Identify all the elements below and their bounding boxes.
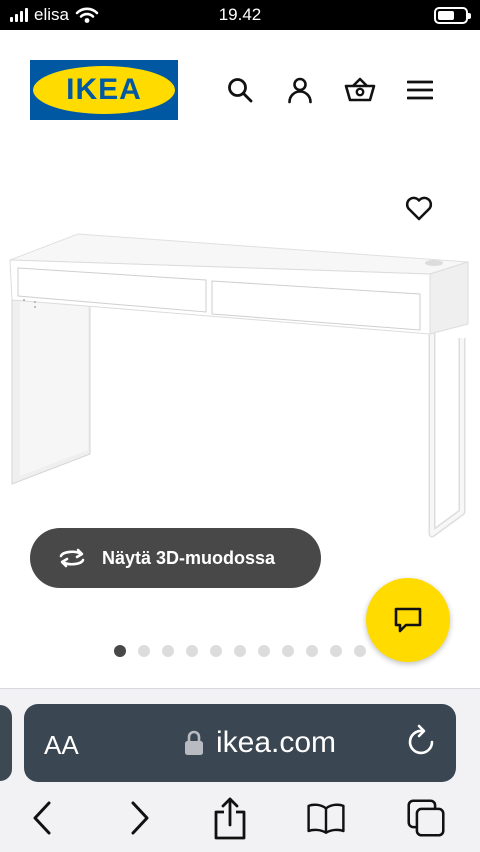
back-icon [33,801,51,835]
search-icon [228,78,253,103]
text-size-button[interactable]: AA [44,730,79,761]
logo-oval: IKEA [33,66,175,114]
clock: 19.42 [218,5,262,24]
menu-icon [407,80,433,100]
view-3d-button[interactable]: Näytä 3D-muodossa [30,528,321,588]
bookmarks-button[interactable] [306,797,346,839]
carousel-dot[interactable] [306,645,318,657]
share-button[interactable] [210,797,250,840]
reload-button[interactable] [406,724,438,763]
tabs-icon [407,799,445,837]
previous-tab-peek[interactable] [0,705,12,781]
heart-icon [405,196,433,221]
status-bar: elisa 19.42 [0,0,480,30]
account-button[interactable] [282,72,318,108]
back-button[interactable] [22,797,62,839]
battery-level [438,11,454,20]
address-display[interactable]: ikea.com [184,726,336,760]
bookmarks-icon [307,803,345,835]
rotate-3d-icon [59,548,85,568]
carousel-dot[interactable] [330,645,342,657]
page: elisa 19.42 IKEA Näytä 3D-muodossa AA ik… [0,0,480,852]
chat-button[interactable] [366,578,450,662]
lock-icon [185,730,203,755]
forward-icon [131,801,149,835]
carousel-dot[interactable] [354,645,366,657]
menu-button[interactable] [402,72,438,108]
text-size-label: AA [44,730,79,760]
search-button[interactable] [222,72,258,108]
carousel-dot[interactable] [114,645,126,657]
carousel-dot[interactable] [282,645,294,657]
ikea-logo[interactable]: IKEA [30,60,178,120]
share-icon [214,797,246,840]
carousel-dot[interactable] [186,645,198,657]
carousel-dot[interactable] [234,645,246,657]
view-3d-label: Näytä 3D-muodossa [102,547,276,568]
product-image[interactable] [0,228,480,548]
account-icon [288,77,312,104]
favourite-button[interactable] [400,190,438,226]
logo-text: IKEA [66,73,142,106]
chat-icon [394,607,422,633]
tabs-button[interactable] [406,797,446,839]
address-bar[interactable]: AA ikea.com [24,704,456,782]
forward-button[interactable] [120,797,160,839]
carousel-dot[interactable] [258,645,270,657]
carousel-dot[interactable] [162,645,174,657]
reload-icon [408,724,434,755]
browser-bottom-bar: AA ikea.com [0,688,480,852]
carousel-dot[interactable] [210,645,222,657]
carousel-indicator[interactable] [114,645,366,657]
basket-button[interactable] [342,72,378,108]
carousel-dot[interactable] [138,645,150,657]
basket-icon [344,77,376,102]
url-domain: ikea.com [216,726,337,759]
battery-icon [434,7,471,24]
